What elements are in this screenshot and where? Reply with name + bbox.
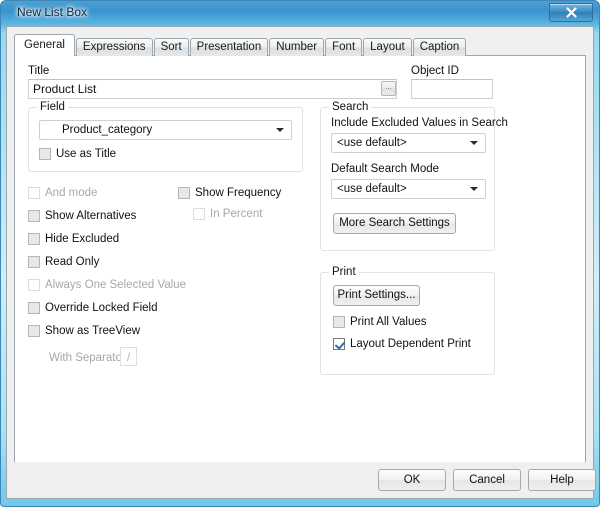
title-label: Title [28,65,50,77]
always-one-selected-value-label: Always One Selected Value [45,279,187,291]
show-as-treeview-checkbox[interactable]: Show as TreeView [28,325,140,337]
checkbox-icon [178,187,190,199]
and-mode-checkbox: And mode [28,187,97,199]
print-settings-button[interactable]: Print Settings... [333,285,420,306]
checkbox-icon [28,302,40,314]
title-bar[interactable]: New List Box [1,1,599,26]
include-excluded-select[interactable]: <use default> [331,133,486,153]
tab-font[interactable]: Font [325,38,363,56]
show-as-treeview-label: Show as TreeView [45,325,141,337]
tab-presentation[interactable]: Presentation [189,38,269,56]
layout-dependent-print-label: Layout Dependent Print [350,338,471,350]
checkbox-icon [28,325,40,337]
use-as-title-label: Use as Title [56,148,117,160]
print-group-label: Print [329,266,359,278]
ok-button[interactable]: OK [378,469,446,491]
show-alternatives-label: Show Alternatives [45,210,137,222]
default-search-mode-value: <use default> [337,183,407,195]
include-excluded-label: Include Excluded Values in Search [331,117,508,129]
show-alternatives-checkbox[interactable]: Show Alternatives [28,210,136,222]
use-as-title-checkbox[interactable]: Use as Title [39,148,116,160]
more-search-settings-button[interactable]: More Search Settings [333,213,456,234]
checkbox-icon [333,316,345,328]
read-only-label: Read Only [45,256,100,268]
checkbox-icon [28,210,40,222]
layout-dependent-print-checkbox[interactable]: Layout Dependent Print [333,338,471,350]
search-group-label: Search [329,101,372,113]
object-id-input[interactable] [411,79,493,99]
with-separator-label: With Separator [49,352,126,364]
hide-excluded-label: Hide Excluded [45,233,120,245]
field-group: Field Product_category Use as Title [28,101,303,172]
checkbox-icon [39,148,51,160]
checkbox-icon [193,208,205,220]
help-button[interactable]: Help [528,469,596,491]
tab-general[interactable]: General [14,34,75,56]
checkbox-icon [28,187,40,199]
tab-panel-general: Title Product List ... Object ID Field P… [14,55,586,491]
print-all-values-label: Print All Values [350,316,427,328]
chevron-down-icon [276,128,284,132]
show-frequency-label: Show Frequency [195,187,282,199]
title-browse-button[interactable]: ... [381,81,396,96]
window-title: New List Box [17,5,88,19]
field-select-value: Product_category [62,124,153,136]
checkbox-icon [28,233,40,245]
search-group: Search Include Excluded Values in Search… [320,101,508,251]
chevron-down-icon [470,141,478,145]
tab-layout[interactable]: Layout [363,38,412,56]
checkbox-icon [28,256,40,268]
in-percent-label: In Percent [210,208,263,220]
cancel-button[interactable]: Cancel [453,469,521,491]
always-one-selected-value-checkbox: Always One Selected Value [28,279,186,291]
tab-number[interactable]: Number [269,38,325,56]
checkbox-icon [28,279,40,291]
tab-caption[interactable]: Caption [412,38,467,56]
field-select[interactable]: Product_category [39,120,292,140]
dialog-footer: OK Cancel Help [7,462,596,498]
dialog-body: General Expressions Sort Presentation Nu… [6,26,596,499]
object-id-label: Object ID [411,65,459,77]
checkbox-checked-icon [333,338,345,350]
tab-sort[interactable]: Sort [153,38,189,56]
tab-expressions[interactable]: Expressions [75,38,153,56]
print-all-values-checkbox[interactable]: Print All Values [333,316,427,328]
in-percent-checkbox: In Percent [193,208,262,220]
close-button[interactable] [549,3,593,22]
override-locked-field-checkbox[interactable]: Override Locked Field [28,302,158,314]
hide-excluded-checkbox[interactable]: Hide Excluded [28,233,119,245]
separator-input: / [120,347,137,366]
default-search-mode-label: Default Search Mode [331,163,440,175]
default-search-mode-select[interactable]: <use default> [331,179,486,199]
read-only-checkbox[interactable]: Read Only [28,256,99,268]
title-input[interactable]: Product List [28,79,397,99]
field-group-label: Field [37,101,68,113]
include-excluded-value: <use default> [337,137,407,149]
tab-strip: General Expressions Sort Presentation Nu… [14,34,467,56]
and-mode-label: And mode [45,187,98,199]
chevron-down-icon [470,187,478,191]
print-group: Print Print Settings... Print All Values… [320,266,495,375]
show-frequency-checkbox[interactable]: Show Frequency [178,187,281,199]
override-locked-field-label: Override Locked Field [45,302,158,314]
close-icon [565,7,578,18]
dialog-window: New List Box General Expressions Sort Pr… [0,0,600,507]
